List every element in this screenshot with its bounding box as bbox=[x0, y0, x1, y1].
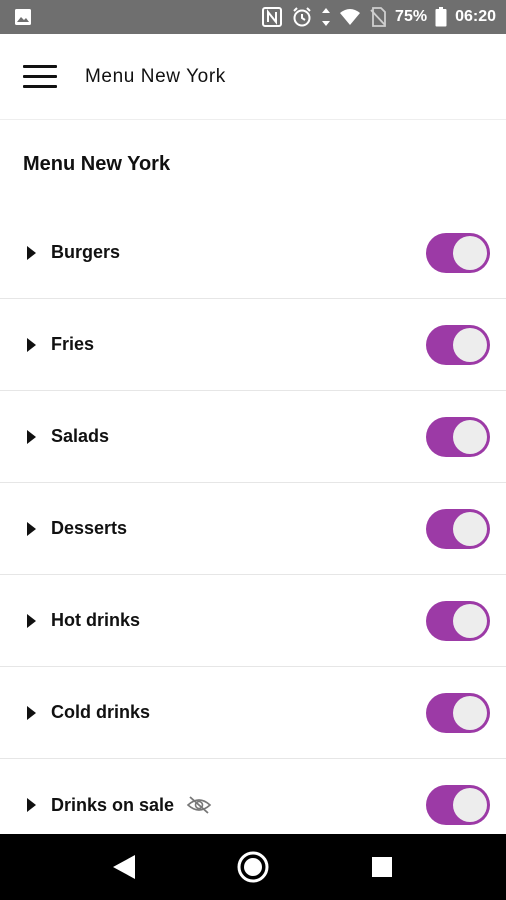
row-left: Desserts bbox=[27, 518, 127, 539]
menu-row-label: Burgers bbox=[51, 242, 121, 262]
expand-caret-icon[interactable] bbox=[27, 337, 36, 352]
row-left: Hot drinks bbox=[27, 610, 140, 631]
visibility-toggle[interactable] bbox=[426, 324, 490, 365]
menu-row-drinks-on-sale[interactable]: Drinks on sale bbox=[0, 759, 506, 834]
battery-icon bbox=[435, 7, 447, 27]
row-left: Salads bbox=[27, 426, 109, 447]
expand-caret-icon[interactable] bbox=[27, 613, 36, 628]
menu-row-desserts[interactable]: Desserts bbox=[0, 483, 506, 575]
visibility-toggle[interactable] bbox=[426, 508, 490, 549]
row-left: Drinks on sale bbox=[27, 795, 212, 816]
system-nav-bar bbox=[0, 834, 506, 900]
visibility-toggle[interactable] bbox=[426, 232, 490, 273]
no-sim-icon bbox=[369, 7, 387, 27]
back-icon[interactable] bbox=[94, 837, 154, 897]
menu-row-cold-drinks[interactable]: Cold drinks bbox=[0, 667, 506, 759]
menu-row-label: Drinks on sale bbox=[51, 794, 175, 815]
status-bar: 75% 06:20 bbox=[0, 0, 506, 34]
page-title: Menu New York bbox=[23, 152, 171, 175]
nfc-icon bbox=[261, 6, 283, 28]
menu-row-label: Cold drinks bbox=[51, 702, 151, 722]
menu-row-fries[interactable]: Fries bbox=[0, 299, 506, 391]
home-icon[interactable] bbox=[223, 837, 283, 897]
battery-percent: 75% bbox=[395, 8, 428, 25]
hamburger-menu-icon[interactable] bbox=[23, 64, 57, 89]
data-arrows-icon bbox=[321, 7, 331, 27]
row-left: Burgers bbox=[27, 242, 120, 263]
expand-caret-icon[interactable] bbox=[27, 245, 36, 260]
expand-caret-icon[interactable] bbox=[27, 429, 36, 444]
menu-row-label: Fries bbox=[51, 334, 95, 354]
menu-row-label: Hot drinks bbox=[51, 610, 141, 630]
menu-category-list: Burgers Fries Salads Desserts Hot drinks… bbox=[0, 207, 506, 834]
visibility-toggle[interactable] bbox=[426, 600, 490, 641]
wifi-icon bbox=[339, 8, 361, 26]
menu-row-hot-drinks[interactable]: Hot drinks bbox=[0, 575, 506, 667]
expand-caret-icon[interactable] bbox=[27, 705, 36, 720]
menu-row-label: Salads bbox=[51, 426, 110, 446]
status-right: 75% 06:20 bbox=[261, 6, 496, 28]
recents-icon[interactable] bbox=[352, 837, 412, 897]
eye-off-icon bbox=[186, 795, 212, 815]
main-content: Menu New York Burgers Fries Salads Desse… bbox=[0, 121, 506, 834]
app-bar-title: Menu New York bbox=[85, 65, 226, 87]
menu-row-label: Desserts bbox=[51, 518, 128, 538]
image-icon bbox=[14, 8, 32, 26]
status-left bbox=[14, 8, 32, 26]
alarm-icon bbox=[291, 6, 313, 28]
expand-caret-icon[interactable] bbox=[27, 521, 36, 536]
visibility-toggle[interactable] bbox=[426, 785, 490, 825]
app-bar: Menu New York bbox=[0, 34, 506, 120]
menu-row-salads[interactable]: Salads bbox=[0, 391, 506, 483]
clock-time: 06:20 bbox=[455, 8, 496, 25]
row-left: Fries bbox=[27, 334, 94, 355]
row-left: Cold drinks bbox=[27, 702, 150, 723]
menu-row-burgers[interactable]: Burgers bbox=[0, 207, 506, 299]
expand-caret-icon[interactable] bbox=[27, 798, 36, 812]
visibility-toggle[interactable] bbox=[426, 692, 490, 733]
visibility-toggle[interactable] bbox=[426, 416, 490, 457]
